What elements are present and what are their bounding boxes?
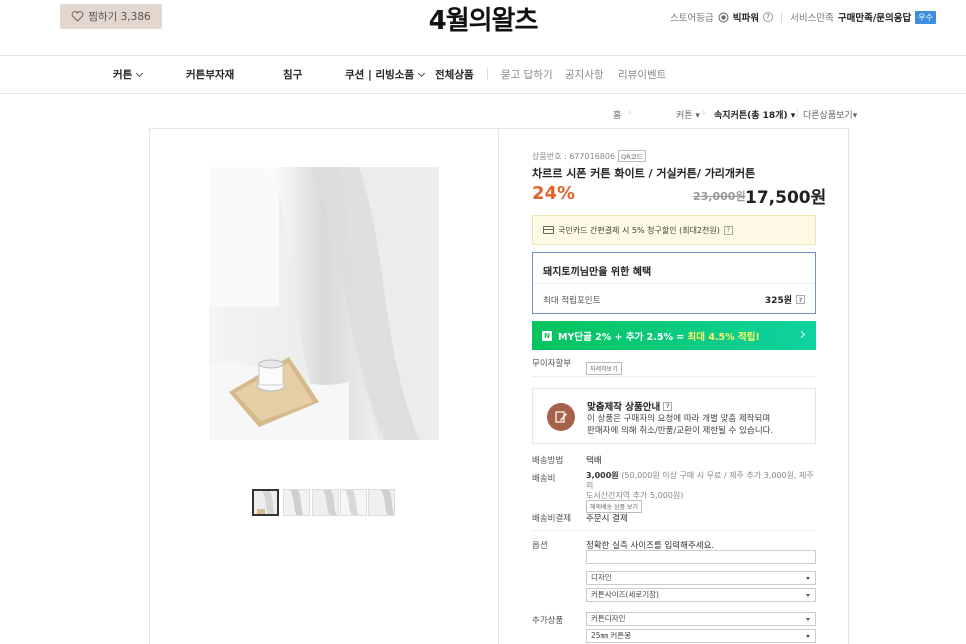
extra-rod-select[interactable]: 25㎜ 커튼봉 — [586, 629, 816, 643]
chevron-down-icon — [136, 69, 144, 78]
chevron-right-icon — [797, 330, 806, 339]
ship-pay-label: 배송비결제 — [532, 514, 572, 524]
sale-price: 17,500원 — [745, 188, 827, 208]
nav-divider-line — [0, 93, 966, 94]
product-title: 차르르 시폰 커튼 화이트 / 거실커튼/ 가리개커튼 — [532, 167, 756, 180]
panel-split — [498, 128, 499, 644]
thumbnail-1[interactable] — [252, 489, 279, 516]
store-info: 스토어등급 빅파워 ? | 서비스만족 구매만족/문의응답 우수 — [670, 10, 936, 24]
service-value: 구매만족/문의응답 — [837, 13, 912, 24]
benefit-title: 돼지토끼님만을 위한 혜택 — [543, 267, 652, 278]
thumbnail-5[interactable] — [368, 489, 395, 516]
credit-card-icon — [543, 226, 554, 234]
extra-design-select[interactable]: 커튼디자인 — [586, 612, 816, 626]
help-icon[interactable]: ? — [723, 225, 733, 235]
product-main-image[interactable] — [209, 167, 439, 440]
installment-label: 무이자할부 — [532, 359, 572, 369]
nav-qna[interactable]: 묻고 답하기 — [501, 67, 553, 82]
discount-rate: 24% — [532, 183, 576, 204]
size-input[interactable] — [586, 550, 816, 564]
grade-value: 빅파워 — [732, 13, 759, 24]
nav-bedding[interactable]: 침구 — [283, 67, 302, 82]
original-price: 23,000원 — [693, 190, 746, 203]
help-icon[interactable]: ? — [663, 401, 673, 411]
service-label: 서비스만족 — [790, 13, 834, 24]
grade-icon — [718, 12, 729, 22]
extra-product-label: 추가상품 — [532, 616, 564, 626]
nav-curtain-parts[interactable]: 커튼부자재 — [186, 67, 234, 82]
product-id: 상품번호 : 677016806 — [532, 151, 616, 161]
option-label: 옵션 — [532, 541, 548, 551]
qr-code-button[interactable]: QR코드 — [618, 150, 646, 162]
header-divider — [0, 55, 966, 56]
curtain-size-select[interactable]: 커튼사이즈(세로기장) — [586, 588, 816, 602]
nav-notice[interactable]: 공지사항 — [565, 67, 604, 82]
nav-all-products[interactable]: 전체상품 — [435, 67, 474, 82]
breadcrumb-sheer-curtain[interactable]: 속지커튼(총 18개) ▾ — [714, 108, 795, 121]
thumbnail-3[interactable] — [312, 489, 339, 516]
thumbnail-4[interactable] — [340, 489, 367, 516]
thumbnail-2[interactable] — [283, 489, 310, 516]
naver-logo-icon: N — [542, 330, 552, 341]
nav-review-event[interactable]: 리뷰이벤트 — [618, 67, 666, 82]
store-grade-label: 스토어등급 — [670, 13, 714, 24]
custom-title: 맞춤제작 상품안내? — [587, 399, 673, 413]
custom-text: 이 상품은 구매자의 요청에 따라 개별 맞춤 제작되며 판매자에 의해 취소/… — [587, 414, 774, 436]
ship-pay: 주문시 결제 — [586, 514, 628, 524]
nav-divider — [487, 68, 488, 80]
card-offer-text: 국민카드 간편결제 시 5% 청구할인 (최대2천원) — [558, 225, 720, 235]
member-benefit-box: 돼지토끼님만을 위한 혜택 최대 적립포인트 325원 ? — [532, 252, 816, 314]
chevron-down-icon — [418, 69, 426, 78]
breadcrumb-more[interactable]: 다른상품보기▾ — [803, 108, 857, 121]
benefit-value: 325원 ? — [765, 293, 805, 306]
installment-detail-button[interactable]: 자세히보기 — [586, 362, 622, 375]
service-badge: 우수 — [915, 10, 936, 24]
nav-curtain[interactable]: 커튼 — [113, 67, 144, 82]
nav-cushion-living[interactable]: 쿠션 | 리빙소품 — [345, 67, 426, 82]
ship-method: 택배 — [586, 456, 602, 466]
breadcrumb-home[interactable]: 홈 — [613, 108, 621, 121]
breadcrumb-curtain[interactable]: 커튼 ▾ — [676, 108, 700, 121]
product-id-row: 상품번호 : 677016806 QR코드 — [532, 150, 646, 162]
benefit-label: 최대 적립포인트 — [543, 296, 601, 306]
ship-fee-label: 배송비 — [532, 474, 556, 484]
pencil-icon — [547, 403, 575, 431]
ship-method-label: 배송방법 — [532, 456, 564, 466]
custom-made-notice: 맞춤제작 상품안내? 이 상품은 구매자의 요청에 따라 개별 맞춤 제작되며 … — [532, 388, 816, 444]
membership-banner[interactable]: N MY단골 2% + 추가 2.5% = 최대 4.5% 적립! — [532, 321, 816, 350]
card-discount-banner[interactable]: 국민카드 간편결제 시 5% 청구할인 (최대2천원) ? — [532, 215, 816, 245]
help-icon[interactable]: ? — [796, 295, 805, 304]
design-select[interactable]: 디자인 — [586, 571, 816, 585]
help-icon[interactable]: ? — [762, 12, 773, 22]
